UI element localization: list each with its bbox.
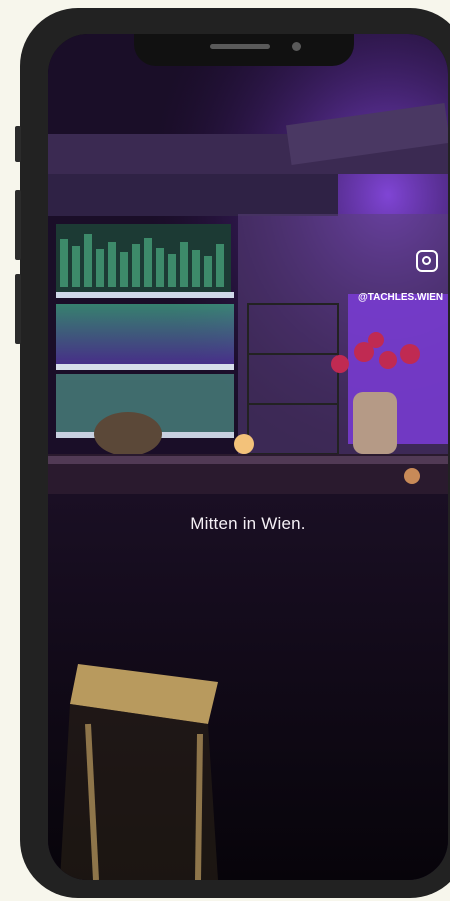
video-caption: Mitten in Wien. <box>190 514 306 533</box>
instagram-handle[interactable]: @TACHLES.WIEN <box>358 292 443 303</box>
instagram-icon[interactable] <box>416 250 438 272</box>
silent-switch <box>15 126 21 162</box>
phone-notch <box>134 34 354 66</box>
speaker-grille <box>210 44 270 49</box>
front-camera <box>292 42 301 51</box>
bar-scene-image <box>48 34 448 880</box>
volume-down-button <box>15 274 21 344</box>
phone-screen: @TACHLES.WIEN Mitten in Wien. <box>48 34 448 880</box>
volume-up-button <box>15 190 21 260</box>
